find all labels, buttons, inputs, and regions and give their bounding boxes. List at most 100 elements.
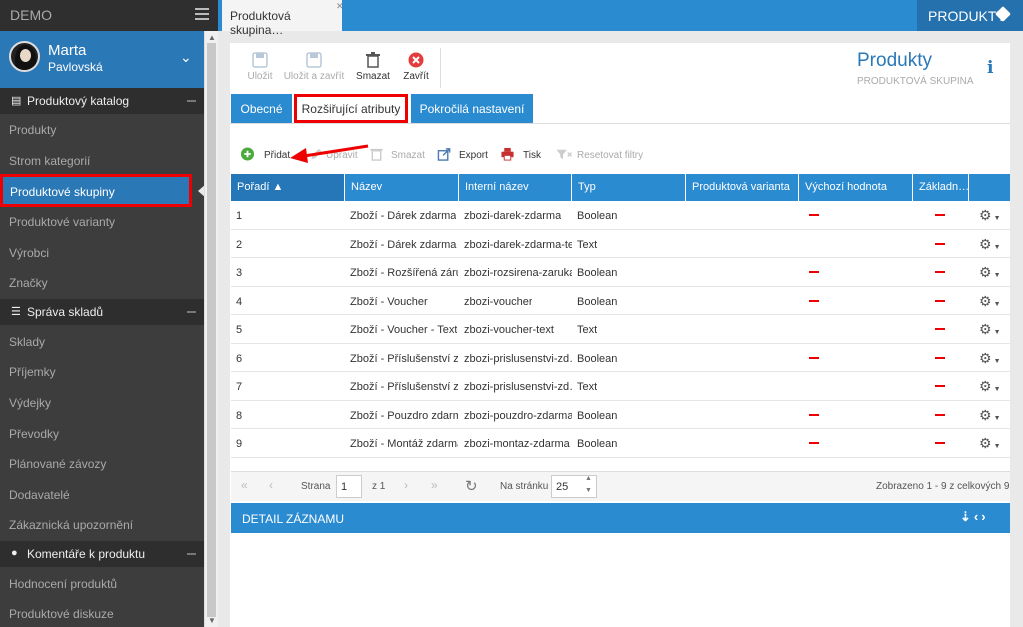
table-row[interactable]: 8 Zboží - Pouzdro zdarma zbozi-pouzdro-zda… (231, 401, 1010, 429)
sidebar-item-label: Produktové skupiny (10, 185, 115, 199)
save-button[interactable]: Uložit (240, 52, 280, 82)
close-tab-icon[interactable]: ✕ (336, 1, 344, 12)
table-row[interactable]: 9 Zboží - Montáž zdarma zbozi-montaz-zdarm… (231, 429, 1010, 458)
sidebar-item-planovane-zavozy[interactable]: Plánované závozy (9, 457, 106, 471)
column-header-default-value[interactable]: Výchozí hodnota (799, 174, 913, 201)
table-row[interactable]: 4 Zboží - Voucher zbozi-voucher Boolean ⚙ ▼ (231, 287, 1010, 315)
column-header-product-variant[interactable]: Produktová varianta (686, 174, 799, 201)
scroll-up-icon[interactable]: ▲ (208, 33, 216, 42)
spinner-up-icon[interactable]: ▲ (585, 475, 592, 482)
sidebar-item-vyrobci[interactable]: Výrobci (9, 246, 49, 260)
reset-filter-icon (556, 149, 572, 160)
close-label: Zavřít (403, 71, 429, 82)
sidebar-item-produktove-varianty[interactable]: Produktové varianty (9, 215, 115, 229)
sidebar-item-hodnoceni-produktu[interactable]: Hodnocení produktů (9, 577, 117, 591)
column-header-order[interactable]: Pořadí ▲ (231, 174, 345, 201)
cell-type: Boolean (577, 438, 618, 450)
scroll-down-icon[interactable]: ▼ (208, 616, 216, 625)
column-header-type[interactable]: Typ (572, 174, 686, 201)
sidebar-item-produktove-diskuze[interactable]: Produktové diskuze (9, 607, 114, 621)
sidebar-item-zakaznicka-upozorneni[interactable]: Zákaznická upozornění (9, 518, 133, 532)
gear-icon[interactable]: ⚙ ▼ (979, 350, 1001, 367)
sidebar-item-produktove-skupiny[interactable]: Produktové skupiny (0, 174, 192, 207)
scrollbar-thumb[interactable] (207, 43, 216, 617)
cell-internal-name: zbozi-rozsirena-zaruka (464, 267, 572, 279)
sidebar-item-sklady[interactable]: Sklady (9, 335, 45, 349)
module-button[interactable]: PRODUKTY (917, 0, 1023, 31)
sidebar-item-produkty[interactable]: Produkty (9, 123, 56, 137)
tab-obecne[interactable]: Obecné (231, 94, 292, 123)
sidebar-section-warehouse[interactable]: ☰ Správa skladů (0, 299, 204, 325)
menu-toggle-icon[interactable] (195, 8, 209, 20)
table-row[interactable]: 6 Zboží - Příslušenství z… zbozi-prislusen… (231, 344, 1010, 372)
base-false-icon (935, 413, 945, 416)
sidebar-item-znacky[interactable]: Značky (9, 276, 48, 290)
tab-produktova-skupina[interactable]: Produktová skupina… ✕ (222, 0, 344, 37)
column-header-base[interactable]: Základn… (913, 174, 969, 201)
default-value-false-icon (809, 413, 819, 416)
close-button[interactable]: Zavřít (400, 52, 432, 82)
trash-icon (366, 52, 380, 68)
refresh-icon[interactable]: ↻ (465, 477, 478, 495)
sidebar-item-prijemky[interactable]: Příjemky (9, 365, 56, 379)
page-subtitle: PRODUKTOVÁ SKUPINA (857, 76, 974, 87)
sidebar-section-comments[interactable]: ● Komentáře k produktu (0, 541, 204, 567)
avatar (9, 41, 40, 72)
tab-label: Pokročilá nastavení (419, 102, 525, 116)
cell-order: 9 (236, 438, 243, 450)
cell-order: 7 (236, 381, 243, 393)
default-value-false-icon (809, 214, 819, 216)
gear-icon[interactable]: ⚙ ▼ (979, 321, 1001, 338)
table-row[interactable]: 1 Zboží - Dárek zdarma zbozi-darek-zdarma B… (231, 201, 1010, 230)
cell-type: Text (577, 324, 598, 336)
sidebar-item-strom-kategorii[interactable]: Strom kategorií (9, 154, 90, 168)
column-header-internal-name[interactable]: Interní název (459, 174, 572, 201)
detail-panel-header[interactable]: DETAIL ZÁZNAMU ⇣‹› (231, 503, 1010, 533)
gear-icon[interactable]: ⚙ ▼ (979, 207, 1001, 224)
table-row[interactable]: 2 Zboží - Dárek zdarma … zbozi-darek-zdarm… (231, 230, 1010, 258)
chevron-down-icon[interactable]: ⌄ (180, 49, 192, 66)
gear-icon[interactable]: ⚙ ▼ (979, 407, 1001, 424)
tab-pokrocila-nastaveni[interactable]: Pokročilá nastavení (411, 94, 533, 123)
sidebar-item-prevodky[interactable]: Převodky (9, 427, 59, 441)
page-title: Produkty (857, 50, 932, 71)
gear-icon[interactable]: ⚙ ▼ (979, 435, 1001, 452)
collapse-icon[interactable] (187, 100, 196, 102)
next-page-icon[interactable]: › (404, 478, 408, 492)
tab-rozsirujici-atributy[interactable]: Rozšiřující atributy (294, 94, 408, 123)
default-value-false-icon (809, 442, 819, 444)
grid-header: Pořadí ▲ Název Interní název Typ Produkt… (231, 174, 1010, 201)
gear-icon[interactable]: ⚙ ▼ (979, 293, 1001, 310)
prev-page-icon[interactable]: ‹ (269, 478, 273, 492)
page-input[interactable] (336, 475, 362, 498)
collapse-icon[interactable]: ⇣ (960, 509, 974, 524)
gear-icon[interactable]: ⚙ ▼ (979, 264, 1001, 281)
page-of-label: z 1 (372, 481, 386, 492)
cell-order: 2 (236, 238, 243, 251)
spinner-down-icon[interactable]: ▼ (585, 487, 592, 494)
print-label: Tisk (523, 150, 541, 161)
sidebar-scrollbar[interactable]: ▲ ▼ (204, 31, 218, 627)
info-icon[interactable]: i (987, 58, 993, 78)
tab-label: Rozšiřující atributy (301, 102, 401, 116)
gear-icon[interactable]: ⚙ ▼ (979, 378, 1001, 395)
trash-icon (370, 148, 383, 161)
table-row[interactable]: 7 Zboží - Příslušenství z… zbozi-prislusen… (231, 372, 1010, 401)
table-row[interactable]: 3 Zboží - Rozšířená záru… zbozi-rozsirena-… (231, 258, 1010, 287)
collapse-icon[interactable] (187, 311, 196, 313)
table-row[interactable]: 5 Zboží - Voucher - Text zbozi-voucher-tex… (231, 315, 1010, 344)
user-panel[interactable]: Marta Pavlovská ⌄ (0, 31, 218, 88)
gear-icon[interactable]: ⚙ ▼ (979, 236, 1001, 253)
collapse-icon[interactable] (187, 553, 196, 555)
sidebar-item-dodavatele[interactable]: Dodavatelé (9, 488, 70, 502)
save-close-button[interactable]: Uložit a zavřít (283, 52, 345, 82)
delete-button[interactable]: Smazat (354, 52, 392, 82)
sidebar-item-vydejky[interactable]: Výdejky (9, 396, 51, 410)
chevron-right-icon[interactable]: › (981, 509, 988, 524)
sidebar-section-label: Komentáře k produktu (27, 547, 146, 561)
column-header-name[interactable]: Název (345, 174, 459, 201)
sidebar-section-label: Produktový katalog (27, 94, 130, 108)
first-page-icon[interactable]: « (241, 478, 248, 492)
last-page-icon[interactable]: » (431, 478, 438, 492)
sidebar-section-catalog[interactable]: ▤ Produktový katalog (0, 88, 204, 114)
